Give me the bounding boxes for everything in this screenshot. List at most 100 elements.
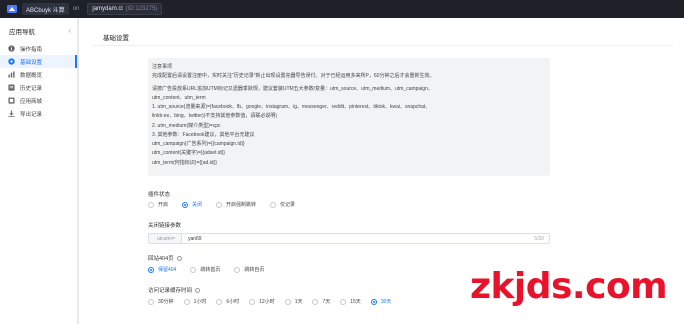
sidebar-item-basic-settings[interactable]: 基础设置 (0, 55, 77, 68)
radio-dot[interactable] (312, 298, 319, 305)
radio-label: 仅记录 (280, 202, 296, 208)
help-icon[interactable] (195, 288, 201, 294)
sidebar-item-history[interactable]: 历史记录 (0, 81, 77, 94)
radio-dot[interactable] (234, 266, 241, 273)
notice-line: utm_term(何指标识)={{ad.id}} (152, 159, 217, 166)
sidebar-item-label: 导出记录 (20, 111, 43, 118)
radio-label: 跳转首页 (200, 267, 221, 273)
radio-cache-30min[interactable]: 30分钟 (148, 298, 174, 305)
radio-dot[interactable] (370, 298, 377, 305)
sidebar-item-label: 基础设置 (20, 59, 43, 66)
radio-dot[interactable] (182, 201, 189, 208)
sidebar-item-data-overview[interactable]: 数据概览 (0, 68, 77, 81)
top-bar: ABCbuyk 斗算 on jamydam.cl (ID:123275) (0, 0, 684, 18)
cache-expiry-group: 30分钟 1小时 6小时 12小时 1天 7天 15天 30天 (148, 298, 401, 305)
radio-redirect-home[interactable]: 跳转首页 (190, 266, 220, 273)
notice-line: utm_content、utm_term (152, 94, 206, 101)
close-param-label: 关闭链接参数 (148, 221, 181, 229)
radio-label: 30天 (380, 299, 392, 305)
radio-cache-1h[interactable]: 1小时 (183, 298, 207, 305)
radio-label: 开启强制跳转 (226, 202, 257, 208)
radio-label: 6小时 (226, 299, 240, 305)
help-icon[interactable] (176, 256, 182, 262)
radio-dot[interactable] (148, 298, 154, 305)
radio-keep-404[interactable]: 保留404 (148, 266, 176, 273)
sidebar-item-label: 应用商城 (20, 98, 43, 105)
radio-plugin-on[interactable]: 开启 (148, 201, 168, 208)
radio-label: 1天 (294, 299, 303, 305)
redirect-404-text: 回站404页 (148, 256, 174, 262)
cache-expiry-text: 访问记录缓存时间 (148, 288, 193, 294)
gear-icon (8, 58, 15, 65)
close-param-input-group: utcarin= yan69 5/30 (148, 233, 550, 244)
radio-cache-7d[interactable]: 7天 (312, 298, 330, 305)
radio-dot[interactable] (249, 298, 256, 305)
history-icon (8, 84, 15, 91)
notice-line: 完成配置后请设置注册中，实时关注"历史记录"新止出现设置完器导告误付。对于已经运… (152, 73, 435, 80)
sidebar-item-label: 历史记录 (20, 85, 43, 92)
page-title: 基础设置 (103, 35, 129, 42)
radio-plugin-record-only[interactable]: 仅记录 (270, 201, 295, 208)
notice-line: utm_campaign(广告系列)={{campaign.id}} (152, 141, 245, 147)
radio-label: 保留404 (158, 267, 177, 273)
plugin-status-text: 插件状态 (148, 192, 171, 198)
plugin-status-group: 开启 关闭 开启强制跳转 仅记录 (148, 201, 309, 208)
watermark-text: zkjds.com (470, 266, 668, 307)
radio-plugin-off[interactable]: 关闭 (182, 201, 202, 208)
notice-line: utm_content(关键字)={{adset.id}} (152, 150, 225, 157)
radio-label: 关闭 (192, 202, 203, 208)
radio-dot[interactable] (183, 298, 190, 305)
radio-redirect-self[interactable]: 跳转自页 (234, 266, 264, 273)
cache-expiry-label: 访问记录缓存时间 (148, 286, 201, 294)
notice-box: 注意事项 完成配置后请设置注册中，实时关注"历史记录"新止出现设置完器导告误付。… (148, 58, 550, 176)
notice-line: 2. utm_medium(媒介类型)=cpc (152, 122, 221, 129)
sidebar-title: 应用导航 (9, 29, 35, 36)
sidebar-item-guide[interactable]: 操作指南 (0, 42, 77, 55)
close-param-prefix: utcarin= (149, 234, 182, 243)
notice-line: 3. 其他参数：Facebook建议，其他平台无建议 (152, 131, 255, 138)
radio-dot[interactable] (148, 201, 154, 208)
notice-line: linktr.ee、bing、twitter)(不支持其他参数值，请联必说明) (152, 113, 278, 120)
redirect-404-group: 保留404 跳转首页 跳转自页 (148, 266, 278, 273)
app-logo-icon[interactable] (6, 4, 18, 14)
chevron-left-icon[interactable]: ‹ (69, 28, 71, 35)
radio-dot[interactable] (284, 298, 291, 305)
radio-label: 开启 (158, 202, 169, 208)
redirect-404-label: 回站404页 (148, 254, 182, 262)
notice-line: 请按广告投放系URL追加UTM标记又遗器季默规，建议套装UTM五大参数/变量：u… (152, 85, 433, 92)
radio-dot[interactable] (190, 266, 197, 273)
sidebar-item-label: 操作指南 (20, 46, 43, 53)
radio-label: 12小时 (259, 299, 275, 305)
download-icon (8, 110, 15, 117)
radio-plugin-force-redirect[interactable]: 开启强制跳转 (216, 201, 256, 208)
radio-dot[interactable] (216, 201, 223, 208)
radio-cache-12h[interactable]: 12小时 (249, 298, 275, 305)
shop-selector[interactable]: jamydam.cl (ID:123275) (87, 3, 163, 15)
radio-dot[interactable] (270, 201, 277, 208)
radio-label: 30分钟 (158, 299, 174, 305)
radio-dot[interactable] (148, 266, 154, 273)
radio-cache-15d[interactable]: 15天 (340, 298, 361, 305)
brand-chip[interactable]: ABCbuyk 斗算 (22, 3, 69, 15)
radio-label: 15天 (350, 299, 361, 305)
radio-cache-30d[interactable]: 30天 (370, 298, 392, 305)
sidebar: 应用导航 ‹ 操作指南 基础设置 数据概览 历史记录 应用商城 导出记录 (0, 18, 78, 324)
notice-title: 注意事项 (152, 64, 173, 70)
notice-line: 1. utm_source(流量来源)=(facebook、fb、google、… (152, 104, 431, 110)
radio-dot[interactable] (216, 298, 223, 305)
radio-dot[interactable] (340, 298, 347, 305)
topbar-separator: on (72, 6, 80, 12)
sidebar-item-export[interactable]: 导出记录 (0, 107, 77, 120)
close-param-input[interactable]: yan69 (182, 236, 534, 242)
radio-label: 7天 (322, 299, 331, 305)
chart-icon (8, 71, 15, 78)
radio-label: 1小时 (193, 299, 207, 305)
divider (93, 45, 673, 46)
shop-id: (ID:123275) (125, 6, 158, 12)
sidebar-item-store[interactable]: 应用商城 (0, 94, 77, 107)
store-icon (8, 97, 15, 104)
radio-cache-1d[interactable]: 1天 (284, 298, 303, 305)
close-param-text: 关闭链接参数 (148, 223, 182, 229)
plugin-status-label: 插件状态 (148, 190, 170, 198)
radio-cache-6h[interactable]: 6小时 (216, 298, 239, 305)
